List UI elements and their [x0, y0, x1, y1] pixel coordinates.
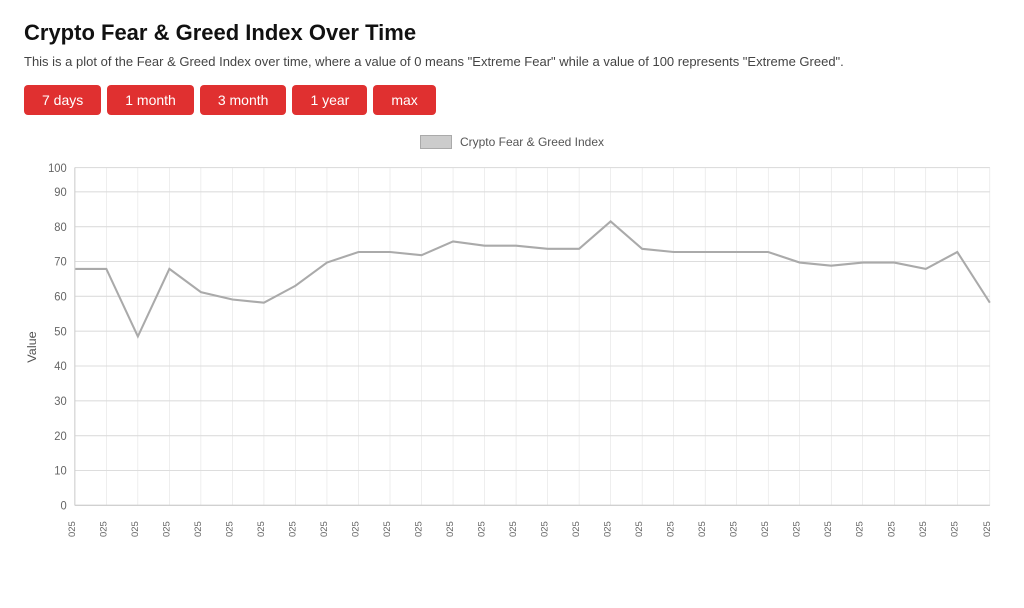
svg-text:31 Jan, 2025: 31 Jan, 2025 [792, 521, 802, 537]
chart-area: 0 10 20 30 40 50 60 70 80 90 100 Value [24, 157, 1000, 537]
svg-text:10: 10 [54, 466, 66, 478]
page-subtitle: This is a plot of the Fear & Greed Index… [24, 54, 1000, 69]
svg-text:26 Jan, 2025: 26 Jan, 2025 [634, 521, 644, 537]
svg-text:17 Jan, 2025: 17 Jan, 2025 [351, 521, 361, 537]
svg-text:25 Jan, 2025: 25 Jan, 2025 [603, 521, 613, 537]
svg-text:9 Jan, 2025: 9 Jan, 2025 [99, 521, 109, 537]
svg-text:70: 70 [54, 257, 66, 269]
btn-3month[interactable]: 3 month [200, 85, 287, 115]
btn-1month[interactable]: 1 month [107, 85, 194, 115]
svg-text:60: 60 [54, 291, 66, 303]
chart-legend: Crypto Fear & Greed Index [24, 135, 1000, 149]
svg-text:20: 20 [54, 431, 66, 443]
svg-text:16 Jan, 2025: 16 Jan, 2025 [319, 521, 329, 537]
svg-text:40: 40 [54, 361, 66, 373]
svg-text:Value: Value [25, 331, 39, 363]
btn-1year[interactable]: 1 year [292, 85, 367, 115]
svg-text:4 Feb, 2025: 4 Feb, 2025 [918, 521, 928, 537]
svg-text:8 Jan, 2025: 8 Jan, 2025 [67, 521, 77, 537]
svg-text:11 Jan, 2025: 11 Jan, 2025 [162, 521, 172, 537]
svg-text:12 Jan, 2025: 12 Jan, 2025 [193, 521, 203, 537]
svg-text:13 Jan, 2025: 13 Jan, 2025 [225, 521, 235, 537]
svg-text:100: 100 [48, 163, 67, 175]
legend-label: Crypto Fear & Greed Index [460, 135, 604, 149]
svg-text:29 Jan, 2025: 29 Jan, 2025 [729, 521, 739, 537]
chart-svg: 0 10 20 30 40 50 60 70 80 90 100 Value [24, 157, 1000, 537]
page-title: Crypto Fear & Greed Index Over Time [24, 20, 1000, 46]
svg-text:23 Jan, 2025: 23 Jan, 2025 [540, 521, 550, 537]
legend-swatch [420, 135, 452, 149]
chart-line [75, 221, 990, 336]
svg-text:21 Jan, 2025: 21 Jan, 2025 [477, 521, 487, 537]
svg-text:22 Jan, 2025: 22 Jan, 2025 [508, 521, 518, 537]
svg-text:50: 50 [54, 326, 66, 338]
svg-text:27 Jan, 2025: 27 Jan, 2025 [666, 521, 676, 537]
svg-text:3 Feb, 2025: 3 Feb, 2025 [886, 521, 896, 537]
svg-text:80: 80 [54, 222, 66, 234]
svg-text:5 Feb, 2025: 5 Feb, 2025 [949, 521, 959, 537]
btn-7days[interactable]: 7 days [24, 85, 101, 115]
svg-text:30 Jan, 2025: 30 Jan, 2025 [760, 521, 770, 537]
chart-container: Crypto Fear & Greed Index 0 10 20 30 40 [24, 135, 1000, 535]
svg-text:19 Jan, 2025: 19 Jan, 2025 [414, 521, 424, 537]
svg-text:6 Feb, 2025: 6 Feb, 2025 [982, 521, 992, 537]
svg-text:90: 90 [54, 187, 66, 199]
svg-text:30: 30 [54, 396, 66, 408]
svg-text:1 Feb, 2025: 1 Feb, 2025 [823, 521, 833, 537]
svg-text:24 Jan, 2025: 24 Jan, 2025 [571, 521, 581, 537]
svg-text:14 Jan, 2025: 14 Jan, 2025 [256, 521, 266, 537]
svg-text:15 Jan, 2025: 15 Jan, 2025 [288, 521, 298, 537]
svg-text:18 Jan, 2025: 18 Jan, 2025 [382, 521, 392, 537]
svg-text:0: 0 [60, 500, 66, 512]
svg-text:2 Feb, 2025: 2 Feb, 2025 [855, 521, 865, 537]
svg-text:10 Jan, 2025: 10 Jan, 2025 [130, 521, 140, 537]
time-range-buttons: 7 days 1 month 3 month 1 year max [24, 85, 1000, 115]
svg-text:28 Jan, 2025: 28 Jan, 2025 [697, 521, 707, 537]
btn-max[interactable]: max [373, 85, 435, 115]
svg-text:20 Jan, 2025: 20 Jan, 2025 [445, 521, 455, 537]
